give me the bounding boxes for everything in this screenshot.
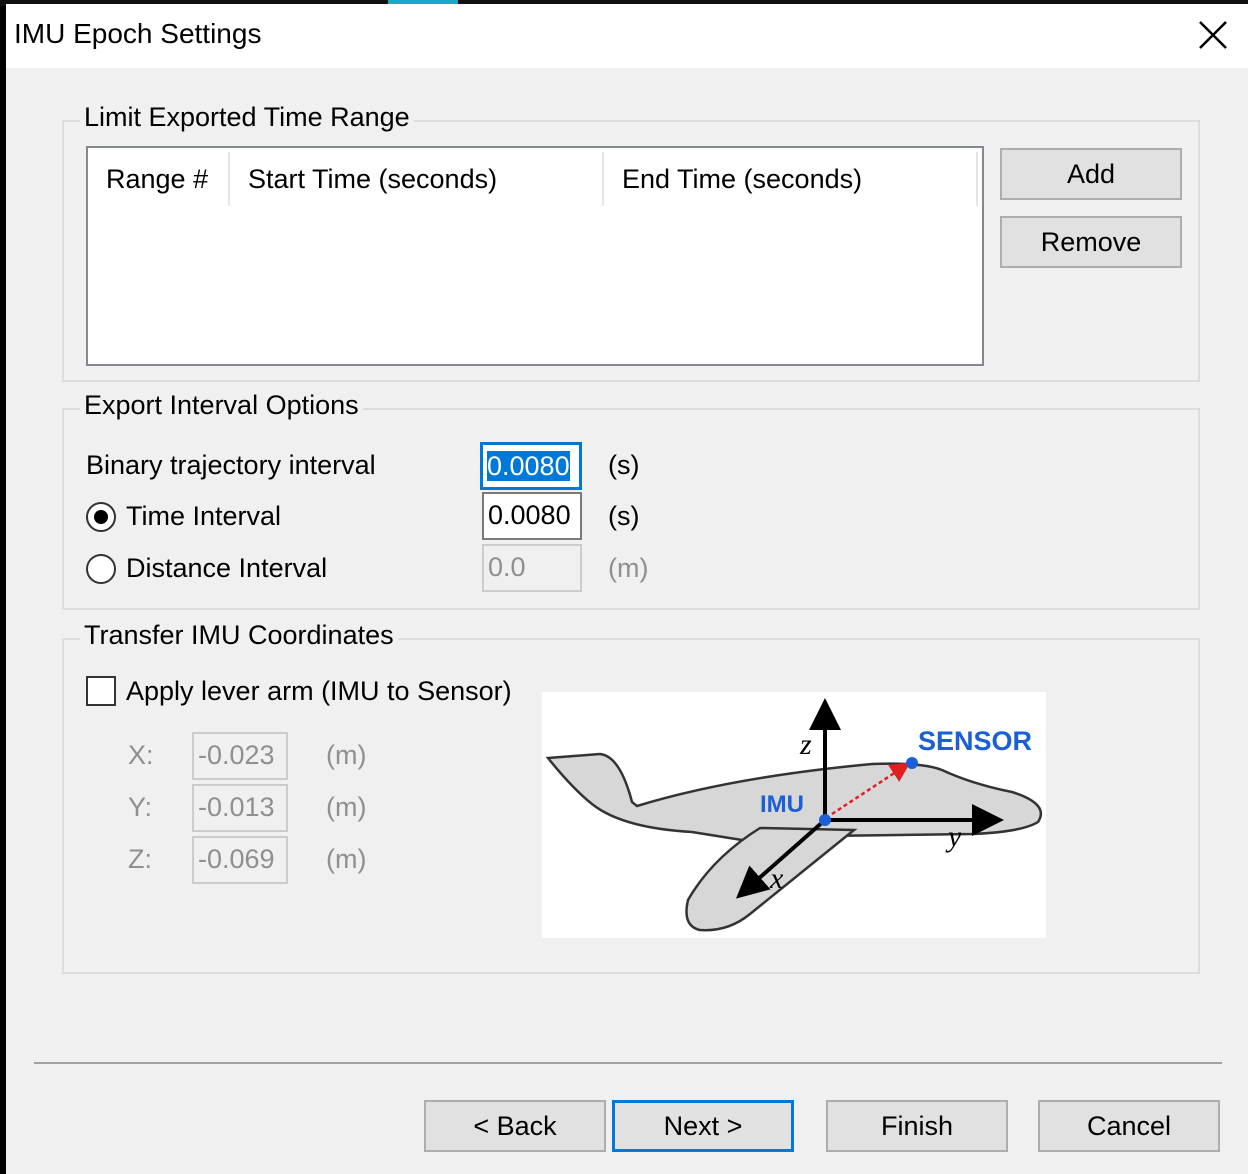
column-header-start-time[interactable]: Start Time (seconds) [230, 148, 602, 210]
next-button[interactable]: Next > [612, 1100, 794, 1152]
y-unit: (m) [326, 792, 367, 822]
distance-interval-radio[interactable] [86, 554, 116, 584]
column-separator[interactable] [976, 152, 978, 206]
column-header-range[interactable]: Range # [88, 148, 228, 210]
time-interval-unit: (s) [608, 501, 640, 531]
dialog-window: IMU Epoch Settings Limit Exported Time R… [6, 4, 1248, 1174]
lever-arm-label[interactable]: Apply lever arm (IMU to Sensor) [126, 676, 512, 707]
x-offset-input[interactable]: -0.023 [192, 732, 288, 780]
diagram-y-label: y [945, 820, 962, 853]
distance-interval-label[interactable]: Distance Interval [126, 553, 327, 584]
distance-interval-unit: (m) [608, 553, 649, 583]
window-title: IMU Epoch Settings [14, 18, 262, 49]
transfer-group-label: Transfer IMU Coordinates [80, 620, 398, 651]
imu-point [819, 814, 831, 826]
x-label: X: [128, 740, 154, 770]
distance-interval-input[interactable]: 0.0 [482, 544, 582, 592]
footer-separator [34, 1062, 1222, 1064]
back-button[interactable]: < Back [424, 1100, 606, 1152]
close-icon [1199, 21, 1227, 49]
time-range-group-label: Limit Exported Time Range [80, 102, 414, 133]
finish-button[interactable]: Finish [826, 1100, 1008, 1152]
z-offset-input[interactable]: -0.069 [192, 836, 288, 884]
binary-interval-unit: (s) [608, 450, 640, 480]
radio-selected-dot [94, 510, 108, 524]
airplane-diagram-icon: SENSOR IMU z y x [545, 698, 1043, 932]
z-unit: (m) [326, 844, 367, 874]
column-header-end-time[interactable]: End Time (seconds) [604, 148, 976, 210]
diagram-imu-label: IMU [760, 791, 804, 818]
y-label: Y: [128, 792, 153, 822]
time-range-list[interactable]: Range # Start Time (seconds) End Time (s… [86, 146, 984, 366]
z-label: Z: [128, 844, 152, 874]
time-interval-radio[interactable] [86, 502, 116, 532]
add-button[interactable]: Add [1000, 148, 1182, 200]
lever-arm-diagram: SENSOR IMU z y x [542, 692, 1046, 938]
y-offset-input[interactable]: -0.013 [192, 784, 288, 832]
remove-button[interactable]: Remove [1000, 216, 1182, 268]
binary-interval-input[interactable]: 0.0080 [480, 442, 582, 490]
time-interval-input[interactable]: 0.0080 [482, 492, 582, 540]
binary-interval-label: Binary trajectory interval [86, 450, 376, 480]
x-unit: (m) [326, 740, 367, 770]
binary-interval-value: 0.0080 [487, 451, 570, 481]
title-bar: IMU Epoch Settings [6, 4, 1248, 68]
cancel-button[interactable]: Cancel [1038, 1100, 1220, 1152]
diagram-sensor-label: SENSOR [918, 726, 1032, 756]
sensor-point [906, 757, 918, 769]
diagram-x-label: x [769, 862, 784, 895]
close-button[interactable] [1196, 18, 1230, 52]
interval-group-label: Export Interval Options [80, 390, 363, 421]
lever-arm-checkbox[interactable] [86, 676, 116, 706]
time-interval-label[interactable]: Time Interval [126, 501, 281, 532]
diagram-z-label: z [799, 728, 812, 761]
